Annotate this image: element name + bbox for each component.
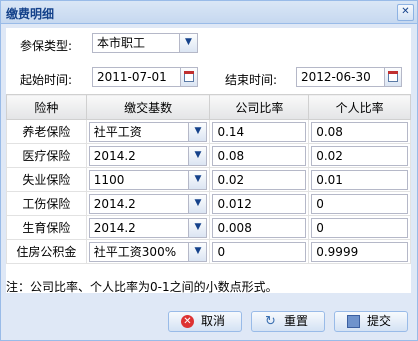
insurance-type: 生育保险 — [6, 215, 87, 240]
chevron-down-icon[interactable]: ▼ — [188, 147, 207, 165]
insured-type-select[interactable]: 本市职工 ▼ — [92, 33, 198, 53]
cancel-button[interactable]: ✕ 取消 — [168, 311, 242, 332]
header-personal-rate: 个人比率 — [308, 94, 411, 120]
reset-label: 重置 — [284, 314, 309, 328]
calendar-icon[interactable] — [180, 68, 197, 86]
calendar-icon[interactable] — [384, 68, 401, 86]
company-rate-cell: 0.008 — [209, 215, 310, 240]
table-row: 生育保险 2014.2 ▼ 0.008 0 — [6, 215, 411, 240]
company-rate-input[interactable]: 0.14 — [212, 122, 307, 142]
company-rate-input[interactable]: 0.008 — [212, 218, 307, 238]
personal-rate-cell: 0.08 — [308, 119, 411, 144]
company-rate-cell: 0.08 — [209, 143, 310, 168]
base-select[interactable]: 2014.2 ▼ — [88, 146, 208, 166]
personal-rate-cell: 0.01 — [308, 167, 411, 192]
personal-rate-cell: 0 — [308, 215, 411, 240]
title-bar: 缴费明细 ✕ — [1, 1, 417, 24]
chevron-down-icon[interactable]: ▼ — [188, 243, 207, 261]
insurance-type: 工伤保险 — [6, 191, 87, 216]
company-rate-input[interactable]: 0.08 — [212, 146, 307, 166]
base-cell: 社平工资300% ▼ — [85, 239, 211, 264]
base-value: 2014.2 — [93, 149, 136, 163]
header-company-rate: 公司比率 — [209, 94, 310, 120]
insurance-type: 失业保险 — [6, 167, 87, 192]
table-row: 住房公积金 社平工资300% ▼ 0 0.9999 — [6, 239, 411, 264]
personal-rate-cell: 0 — [308, 191, 411, 216]
header-base: 缴交基数 — [85, 94, 211, 120]
company-rate-cell: 0.02 — [209, 167, 310, 192]
base-select[interactable]: 2014.2 ▼ — [88, 194, 208, 214]
start-date-label: 起始时间: — [20, 73, 73, 87]
company-rate-cell: 0.14 — [209, 119, 310, 144]
save-icon — [347, 315, 360, 328]
base-cell: 社平工资 ▼ — [85, 119, 211, 144]
personal-rate-input[interactable]: 0.08 — [311, 122, 408, 142]
table-row: 工伤保险 2014.2 ▼ 0.012 0 — [6, 191, 411, 216]
base-value: 社平工资 — [93, 125, 142, 139]
company-rate-input[interactable]: 0.012 — [212, 194, 307, 214]
chevron-down-icon[interactable]: ▼ — [179, 34, 197, 52]
submit-label: 提交 — [367, 314, 392, 328]
base-value: 1100 — [93, 173, 125, 187]
table-row: 失业保险 1100 ▼ 0.02 0.01 — [6, 167, 411, 192]
insurance-type: 住房公积金 — [6, 239, 87, 264]
base-select[interactable]: 2014.2 ▼ — [88, 218, 208, 238]
base-value: 2014.2 — [93, 221, 136, 235]
submit-button[interactable]: 提交 — [334, 311, 408, 332]
base-value: 社平工资300% — [93, 245, 177, 259]
personal-rate-cell: 0.02 — [308, 143, 411, 168]
end-date-field[interactable]: 2012-06-30 — [296, 67, 402, 87]
rate-note: 注：公司比率、个人比率为0-1之间的小数点形式。 — [6, 280, 278, 294]
chevron-down-icon[interactable]: ▼ — [188, 123, 207, 141]
personal-rate-input[interactable]: 0.01 — [311, 170, 408, 190]
table-row: 医疗保险 2014.2 ▼ 0.08 0.02 — [6, 143, 411, 168]
insured-type-value: 本市职工 — [97, 36, 146, 50]
insurance-grid: 险种 缴交基数 公司比率 个人比率 养老保险 社平工资 ▼ 0.14 0.08 医… — [6, 94, 411, 264]
reset-button[interactable]: ↻ 重置 — [251, 311, 325, 332]
base-select[interactable]: 社平工资 ▼ — [88, 122, 208, 142]
chevron-down-icon[interactable]: ▼ — [188, 195, 207, 213]
cancel-icon: ✕ — [181, 315, 194, 328]
company-rate-input[interactable]: 0.02 — [212, 170, 307, 190]
start-date-value: 2011-07-01 — [97, 70, 167, 84]
base-cell: 2014.2 ▼ — [85, 143, 211, 168]
personal-rate-input[interactable]: 0 — [311, 218, 408, 238]
base-cell: 2014.2 ▼ — [85, 215, 211, 240]
personal-rate-input[interactable]: 0 — [311, 194, 408, 214]
header-insurance-type: 险种 — [6, 94, 87, 120]
chevron-down-icon[interactable]: ▼ — [188, 219, 207, 237]
insurance-type: 医疗保险 — [6, 143, 87, 168]
close-icon[interactable]: ✕ — [397, 4, 414, 21]
cancel-label: 取消 — [201, 314, 226, 328]
form-body: 参保类型: 本市职工 ▼ 起始时间: 2011-07-01 结束时间: 2012… — [6, 28, 411, 293]
window-title: 缴费明细 — [6, 7, 55, 21]
start-date-field[interactable]: 2011-07-01 — [92, 67, 198, 87]
button-bar: ✕ 取消 ↻ 重置 提交 — [1, 297, 417, 339]
personal-rate-cell: 0.9999 — [308, 239, 411, 264]
base-select[interactable]: 社平工资300% ▼ — [88, 242, 208, 262]
grid-header-row: 险种 缴交基数 公司比率 个人比率 — [6, 94, 411, 120]
base-cell: 1100 ▼ — [85, 167, 211, 192]
end-date-value: 2012-06-30 — [301, 70, 371, 84]
end-date-label: 结束时间: — [225, 73, 278, 87]
insured-type-label: 参保类型: — [20, 39, 73, 53]
personal-rate-input[interactable]: 0.9999 — [311, 242, 408, 262]
base-value: 2014.2 — [93, 197, 136, 211]
company-rate-input[interactable]: 0 — [212, 242, 307, 262]
payment-detail-window: 缴费明细 ✕ 参保类型: 本市职工 ▼ 起始时间: 2011-07-01 结束时… — [0, 0, 418, 341]
company-rate-cell: 0.012 — [209, 191, 310, 216]
personal-rate-input[interactable]: 0.02 — [311, 146, 408, 166]
base-select[interactable]: 1100 ▼ — [88, 170, 208, 190]
refresh-icon: ↻ — [265, 314, 276, 329]
base-cell: 2014.2 ▼ — [85, 191, 211, 216]
table-row: 养老保险 社平工资 ▼ 0.14 0.08 — [6, 119, 411, 144]
company-rate-cell: 0 — [209, 239, 310, 264]
chevron-down-icon[interactable]: ▼ — [188, 171, 207, 189]
insurance-type: 养老保险 — [6, 119, 87, 144]
